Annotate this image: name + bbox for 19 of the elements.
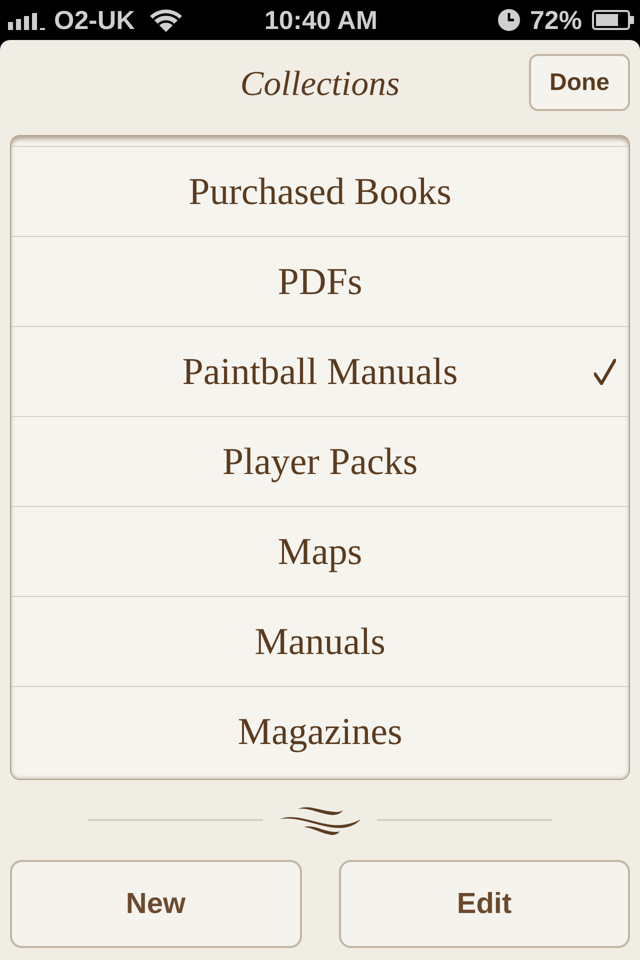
collection-item[interactable]: Purchased Books [11, 146, 629, 236]
collection-item[interactable]: Player Packs [11, 416, 629, 506]
collection-item[interactable]: PDFs [11, 236, 629, 326]
collection-item[interactable]: Paintball Manuals [11, 326, 629, 416]
collection-item[interactable]: Magazines [11, 686, 629, 776]
action-button[interactable]: New [10, 860, 302, 948]
wifi-icon [150, 8, 182, 32]
clock-time: 10:40 AM [264, 5, 378, 35]
collection-item[interactable]: Manuals [11, 596, 629, 686]
swash-ornament-icon [280, 805, 360, 835]
signal-icon [8, 10, 46, 30]
collection-item[interactable]: Maps [11, 506, 629, 596]
carrier-name: O2-UK [54, 5, 135, 35]
sheet-title: Collections [240, 63, 400, 105]
battery-percentage: 72% [530, 5, 582, 35]
done-button[interactable]: Done [529, 54, 630, 111]
battery-icon [592, 10, 634, 30]
action-button[interactable]: Edit [338, 860, 630, 948]
clock-icon [498, 9, 520, 31]
